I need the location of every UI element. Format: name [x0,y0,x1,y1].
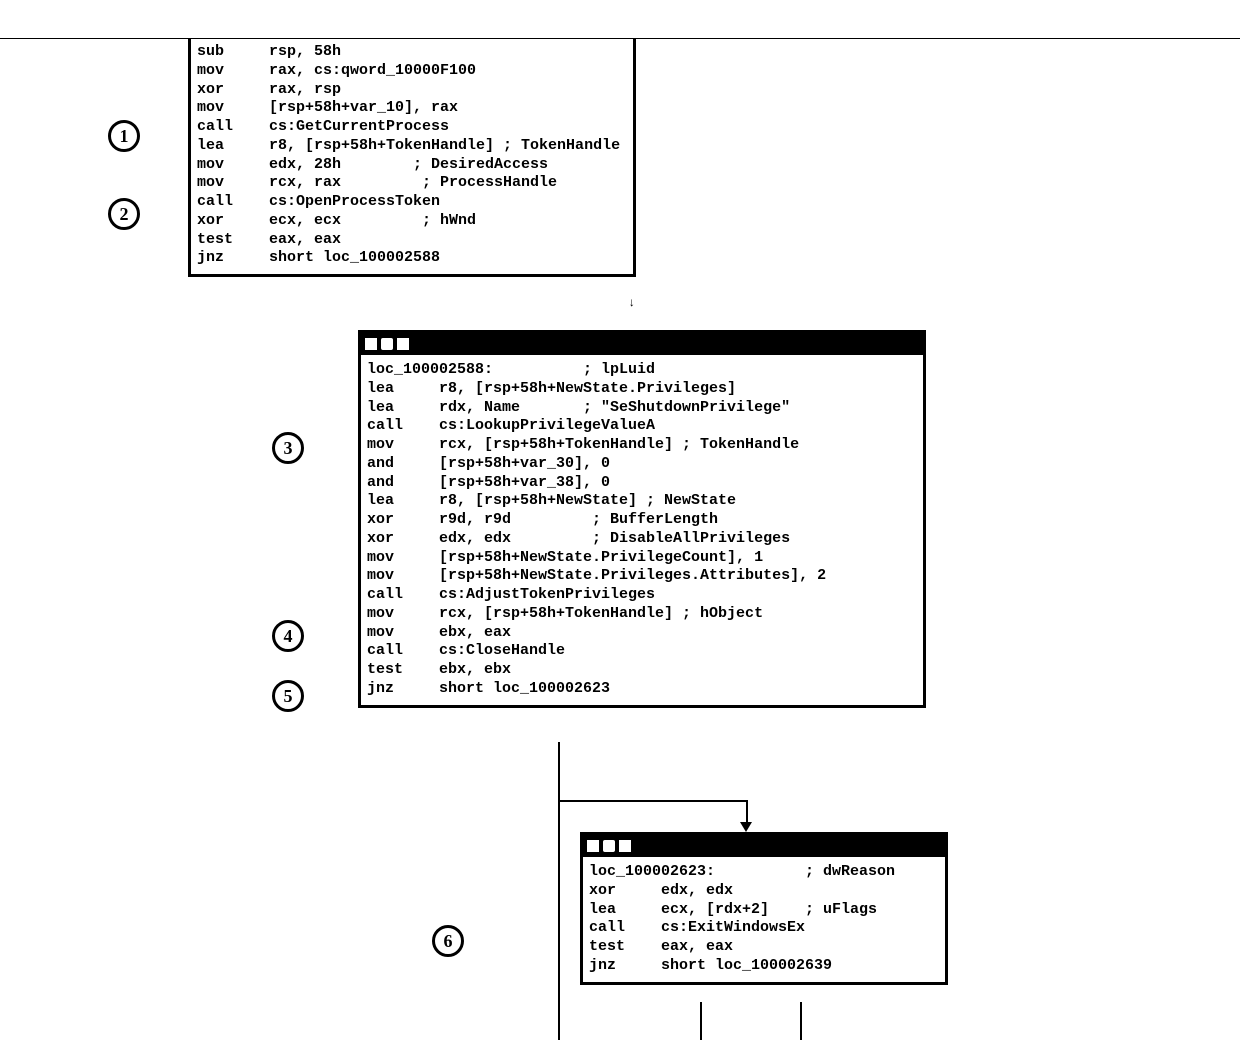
flow-edge [558,800,748,802]
titlebar-icon [397,338,409,350]
callout-1-label: 1 [120,126,129,147]
diagram-canvas: sub rsp, 58h mov rax, cs:qword_10000F100… [0,0,1240,1041]
titlebar-icon [365,338,377,350]
flow-arrow-mark: ↓ [628,296,635,310]
flow-edge [800,1002,802,1040]
flow-edge [746,800,748,824]
asm-block-2: loc_100002588: ; lpLuid lea r8, [rsp+58h… [358,330,926,708]
callout-2: 2 [108,198,140,230]
callout-4: 4 [272,620,304,652]
callout-1: 1 [108,120,140,152]
asm-code-2: loc_100002588: ; lpLuid lea r8, [rsp+58h… [367,361,917,699]
flow-edge [700,1002,702,1040]
callout-5-label: 5 [284,686,293,707]
callout-3-label: 3 [284,438,293,459]
titlebar-icon [381,338,393,350]
titlebar-icon [603,840,615,852]
callout-2-label: 2 [120,204,129,225]
arrow-down-icon [740,822,752,832]
callout-3: 3 [272,432,304,464]
asm-code-3: loc_100002623: ; dwReason xor edx, edx l… [589,863,939,976]
asm-block-3: loc_100002623: ; dwReason xor edx, edx l… [580,832,948,985]
callout-6: 6 [432,925,464,957]
titlebar-icon [587,840,599,852]
block-3-titlebar [583,835,945,857]
callout-5: 5 [272,680,304,712]
flow-edge [558,800,560,1040]
asm-code-1: sub rsp, 58h mov rax, cs:qword_10000F100… [197,43,627,268]
callout-4-label: 4 [284,626,293,647]
titlebar-icon [619,840,631,852]
flow-edge [558,742,560,802]
asm-block-1: sub rsp, 58h mov rax, cs:qword_10000F100… [188,39,636,277]
callout-6-label: 6 [444,931,453,952]
block-2-titlebar [361,333,923,355]
